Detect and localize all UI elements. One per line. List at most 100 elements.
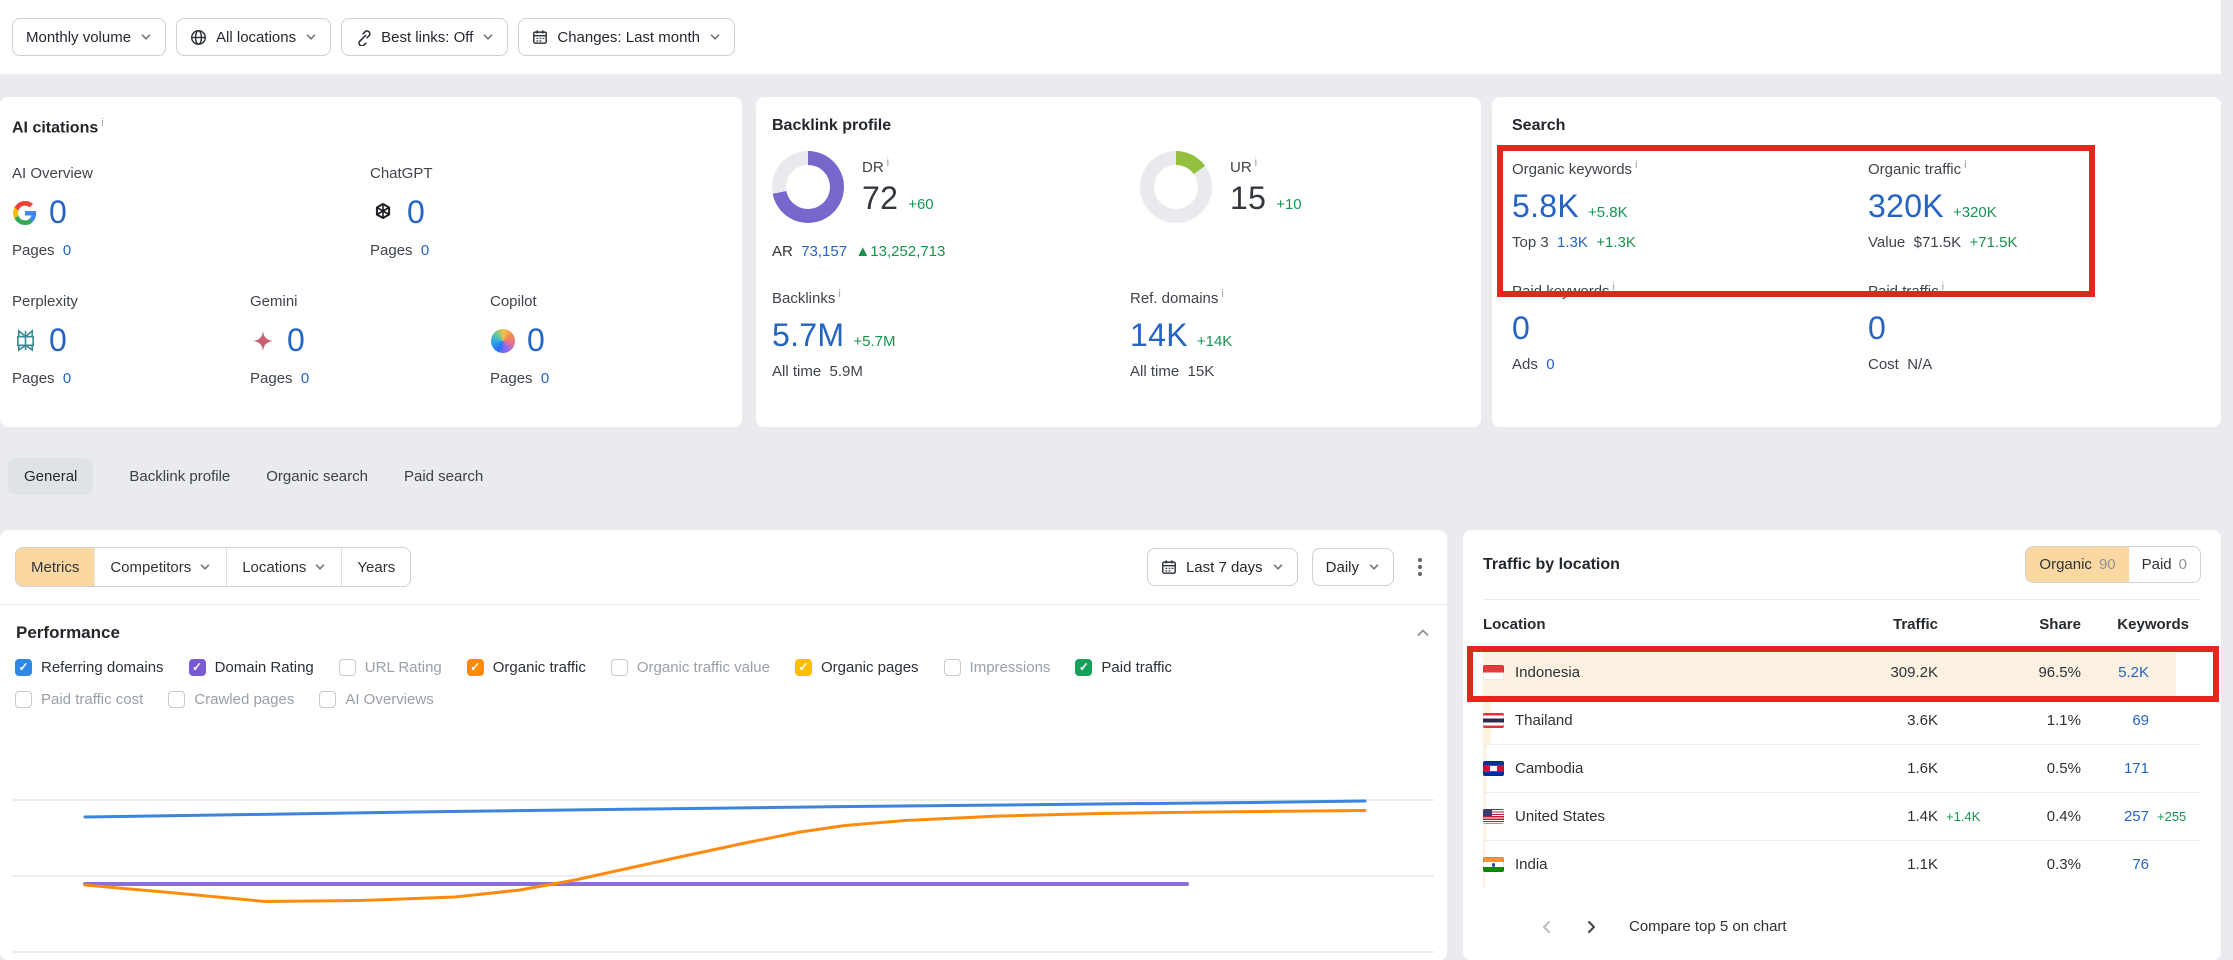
best-links-dropdown[interactable]: Best links: Off: [341, 18, 508, 56]
tab-backlink-profile[interactable]: Backlink profile: [129, 458, 230, 495]
tab-general[interactable]: General: [8, 458, 93, 495]
traffic-value: $71.5K: [1914, 234, 1962, 251]
checkbox-organic-pages[interactable]: ✓Organic pages: [795, 659, 919, 676]
top-filter-toolbar: Monthly volume All locations Best links:…: [0, 0, 2221, 74]
keywords-link[interactable]: 69: [2081, 712, 2149, 729]
backlinks-value[interactable]: 5.7M: [772, 317, 844, 354]
checkbox-paid-traffic[interactable]: ✓Paid traffic: [1075, 659, 1172, 676]
info-icon[interactable]: i: [1635, 159, 1637, 171]
checkbox-icon: ✓: [15, 659, 32, 676]
ahrefs-rank-line: AR 73,157 ▲13,252,713: [772, 243, 1140, 260]
granularity-dropdown[interactable]: Daily: [1312, 548, 1394, 586]
info-icon[interactable]: i: [1942, 281, 1944, 293]
paid-toggle-option[interactable]: Paid0: [2129, 547, 2200, 582]
traffic-value: 309.2K: [1818, 664, 1938, 681]
traffic-value: 1.1K: [1818, 856, 1938, 873]
location-name: United States: [1515, 808, 1605, 825]
checkbox-paid-traffic-cost[interactable]: Paid traffic cost: [15, 691, 143, 708]
checkbox-impressions[interactable]: Impressions: [944, 659, 1051, 676]
checkbox-organic-traffic[interactable]: ✓Organic traffic: [467, 659, 586, 676]
keywords-link[interactable]: 5.2K: [2081, 664, 2149, 681]
top3-value-link[interactable]: 1.3K: [1557, 234, 1588, 251]
ai-citations-card: AI citationsi AI Overview 0 Pages 0 Chat…: [0, 97, 742, 427]
ar-value-link[interactable]: 73,157: [801, 243, 847, 260]
checkbox-organic-traffic-value[interactable]: Organic traffic value: [611, 659, 770, 676]
checkbox-ai-overviews[interactable]: AI Overviews: [319, 691, 433, 708]
more-options-kebab-menu[interactable]: [1408, 552, 1432, 582]
ur-delta: +10: [1276, 196, 1301, 213]
next-page-chevron-right-icon[interactable]: [1569, 920, 1613, 934]
keywords-link[interactable]: 257: [2081, 808, 2149, 825]
ref-domains-value[interactable]: 14K: [1130, 317, 1188, 354]
chart-mode-segmented-control: Metrics Competitors Locations Years: [15, 547, 411, 587]
ads-value-link[interactable]: 0: [1546, 356, 1554, 373]
pages-label: Pages: [12, 370, 55, 387]
india-flag: [1483, 857, 1504, 872]
pages-count-link[interactable]: 0: [63, 242, 71, 259]
organic-keywords-value[interactable]: 5.8K: [1512, 188, 1579, 225]
info-icon[interactable]: i: [1964, 159, 1966, 171]
dr-value: 72: [862, 180, 898, 217]
compare-top5-label[interactable]: Compare top 5 on chart: [1629, 918, 1787, 935]
organic-paid-toggle: Organic90 Paid0: [2025, 546, 2201, 583]
metric-checkbox-list: ✓Referring domains ✓Domain Rating URL Ra…: [0, 643, 1447, 708]
cost-label: Cost: [1868, 356, 1899, 373]
collapse-chevron-up-icon[interactable]: [1415, 625, 1431, 641]
tab-paid-search[interactable]: Paid search: [404, 458, 483, 495]
pages-count-link[interactable]: 0: [63, 370, 71, 387]
paid-traffic-value[interactable]: 0: [1868, 310, 1886, 347]
monthly-volume-label: Monthly volume: [26, 29, 131, 46]
checkbox-referring-domains[interactable]: ✓Referring domains: [15, 659, 164, 676]
changes-dropdown[interactable]: Changes: Last month: [518, 18, 735, 56]
pages-count-link[interactable]: 0: [301, 370, 309, 387]
pages-count-link[interactable]: 0: [541, 370, 549, 387]
united-states-flag: [1483, 809, 1504, 824]
metrics-tab[interactable]: Metrics: [16, 548, 94, 586]
checkbox-icon: [168, 691, 185, 708]
checkbox-url-rating[interactable]: URL Rating: [339, 659, 442, 676]
monthly-volume-dropdown[interactable]: Monthly volume: [12, 18, 166, 56]
checkbox-icon: ✓: [189, 659, 206, 676]
checkbox-crawled-pages[interactable]: Crawled pages: [168, 691, 294, 708]
table-row-thailand[interactable]: Thailand 3.6K 1.1% 69: [1483, 696, 2201, 744]
keywords-link[interactable]: 76: [2081, 856, 2149, 873]
value-delta: +71.5K: [1970, 234, 2018, 251]
paid-keywords-value[interactable]: 0: [1512, 310, 1530, 347]
gemini-block: Gemini 0 Pages 0: [250, 293, 490, 387]
table-row-cambodia[interactable]: Cambodia 1.6K 0.5% 171: [1483, 744, 2201, 792]
info-icon[interactable]: i: [887, 157, 889, 169]
pages-count-link[interactable]: 0: [421, 242, 429, 259]
previous-page-chevron-left-icon[interactable]: [1525, 920, 1569, 934]
tab-organic-search[interactable]: Organic search: [266, 458, 368, 495]
checkbox-icon: [944, 659, 961, 676]
ads-label: Ads: [1512, 356, 1538, 373]
info-icon[interactable]: i: [1255, 157, 1257, 169]
organic-toggle-option[interactable]: Organic90: [2026, 547, 2128, 582]
gemini-icon: [250, 328, 276, 354]
years-tab[interactable]: Years: [341, 548, 410, 586]
share-value: 0.5%: [1993, 760, 2081, 777]
date-range-dropdown[interactable]: Last 7 days: [1147, 548, 1298, 586]
keywords-link[interactable]: 171: [2081, 760, 2149, 777]
info-icon[interactable]: i: [1613, 281, 1615, 293]
organic-traffic-value[interactable]: 320K: [1868, 188, 1944, 225]
ur-label: URi: [1230, 157, 1302, 176]
checkbox-domain-rating[interactable]: ✓Domain Rating: [189, 659, 314, 676]
table-row-india[interactable]: India 1.1K 0.3% 76: [1483, 840, 2201, 888]
copilot-icon: [490, 328, 516, 354]
performance-line-chart[interactable]: [0, 755, 1447, 960]
globe-icon: [190, 29, 207, 46]
chart-line-referring-domains: [85, 801, 1365, 817]
locations-filter-dropdown[interactable]: All locations: [176, 18, 331, 56]
info-icon[interactable]: i: [101, 117, 103, 129]
competitors-dropdown[interactable]: Competitors: [94, 548, 226, 586]
share-value: 1.1%: [1993, 712, 2081, 729]
locations-dropdown[interactable]: Locations: [226, 548, 341, 586]
info-icon[interactable]: i: [1221, 288, 1223, 300]
table-row-indonesia[interactable]: Indonesia 309.2K 96.5% 5.2K: [1483, 648, 2201, 696]
table-row-united-states[interactable]: United States 1.4K +1.4K 0.4% 257 +255: [1483, 792, 2201, 840]
column-keywords: Keywords: [2081, 616, 2201, 633]
info-icon[interactable]: i: [838, 288, 840, 300]
organic-traffic-block: Organic traffici 320K +320K Value $71.5K…: [1868, 159, 2017, 251]
ai-citations-title: AI citationsi: [12, 117, 730, 137]
